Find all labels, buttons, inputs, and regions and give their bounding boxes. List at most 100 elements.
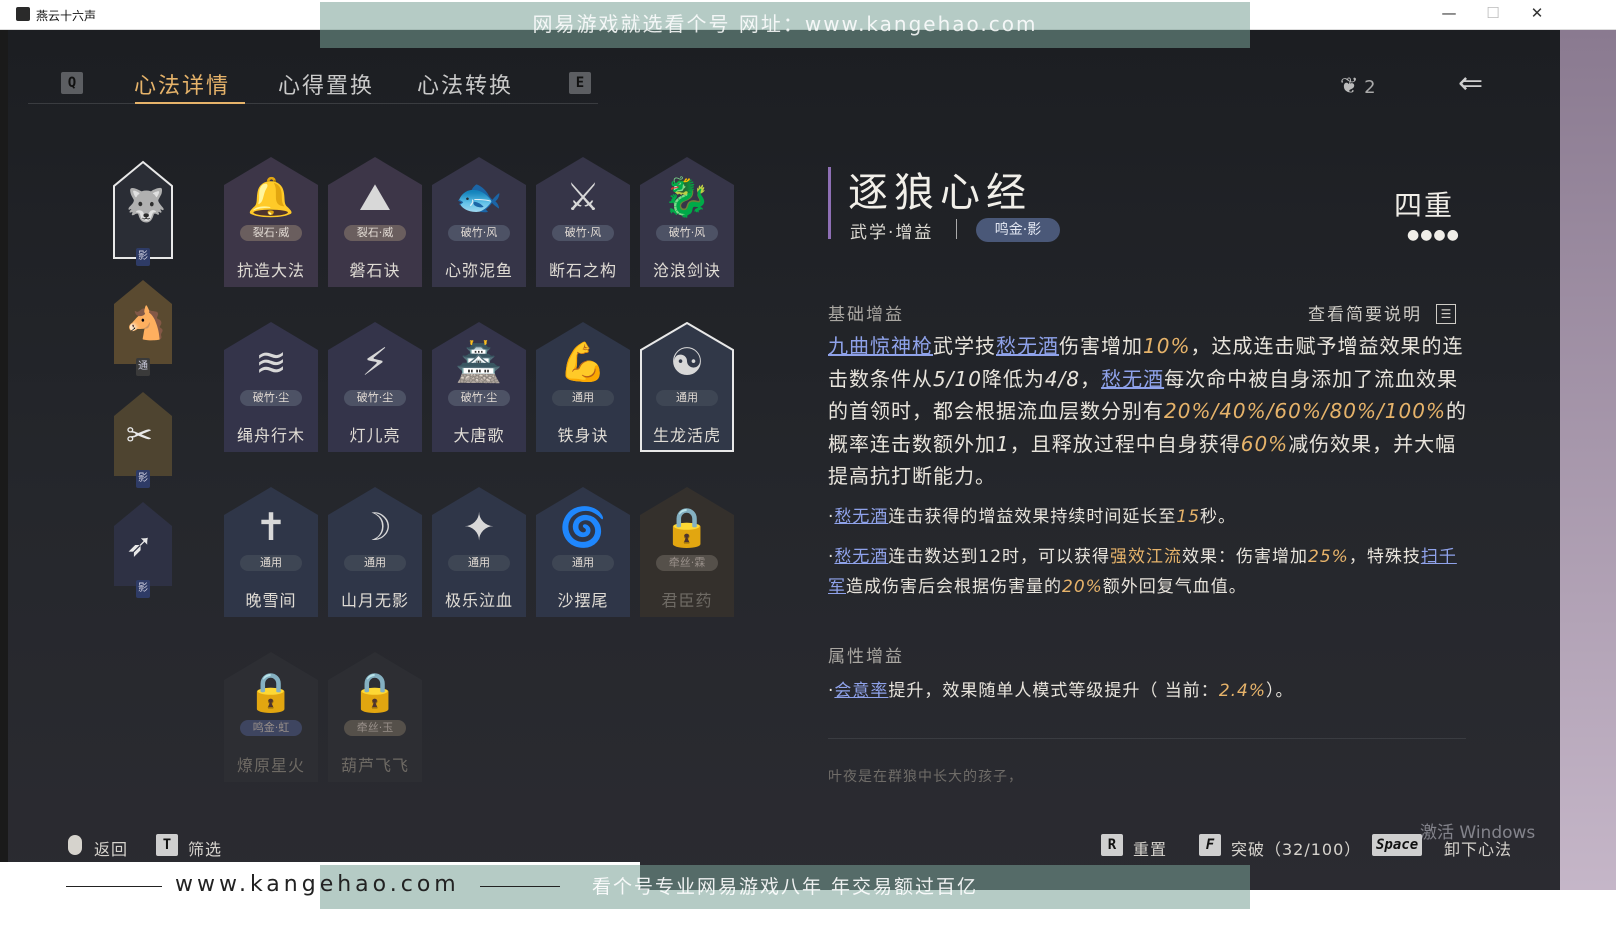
wolf-icon: 🐺 xyxy=(126,186,166,224)
card-shanyue[interactable]: ☽ 通用 山月无影 xyxy=(328,487,422,617)
value: 20% xyxy=(1062,577,1103,597)
card-name: 心弥泥鱼 xyxy=(444,261,513,280)
base-bonus-text: 九曲惊神枪武学技愁无酒伤害增加10%，达成连击赋予增益效果的连击数条件从5/10… xyxy=(828,330,1468,493)
stat-link[interactable]: 会意率 xyxy=(834,681,888,701)
card-tag: 破竹·尘 xyxy=(240,390,302,406)
card-datangge[interactable]: 🏯 破竹·尘 大唐歌 xyxy=(432,322,526,452)
card-junchenyao[interactable]: 🔒 牵丝·霖 君臣药 xyxy=(640,487,734,617)
slot-tag: 影 xyxy=(136,580,150,598)
equipped-slot-3[interactable]: ✂ 影 xyxy=(112,390,174,488)
tab-method-convert[interactable]: 心法转换 xyxy=(417,68,513,100)
text: ）。 xyxy=(1266,681,1294,701)
skill-rank: 四重 xyxy=(1394,189,1455,222)
card-tag: 通用 xyxy=(656,390,718,406)
card-xinmi[interactable]: 🐟 破竹·风 心弥泥鱼 xyxy=(432,157,526,287)
card-name: 晚雪间 xyxy=(245,591,297,610)
card-shenglong[interactable]: ☯ 通用生龙活虎 xyxy=(640,322,734,452)
close-button[interactable]: ✕ xyxy=(1522,4,1552,22)
skill-link[interactable]: 愁无酒 xyxy=(996,334,1059,358)
breakthrough-key[interactable]: F xyxy=(1199,834,1221,856)
cross-icon: ✝ xyxy=(255,505,287,549)
filter-key[interactable]: T xyxy=(156,834,178,856)
card-liaoyuan[interactable]: 🔒 鸣金·虹 燎原星火 xyxy=(224,652,318,782)
muscle-icon: 💪 xyxy=(559,340,607,384)
fish-icon: 🐟 xyxy=(455,175,503,219)
windows-activation-notice: 激活 Windows xyxy=(1420,823,1536,843)
dragon-icon: 🐉 xyxy=(663,175,711,219)
card-duanshi[interactable]: ⚔ 破竹·风 断石之构 xyxy=(536,157,630,287)
card-tag: 鸣金·虹 xyxy=(240,720,302,736)
equipped-slot-1[interactable]: 🐺 影 xyxy=(112,160,174,266)
card-name: 生龙活虎 xyxy=(652,426,721,445)
card-name: 葫芦飞飞 xyxy=(340,756,409,775)
mouse-icon xyxy=(68,835,82,855)
tab-next-key[interactable]: E xyxy=(569,72,591,94)
text: ， xyxy=(1080,366,1102,391)
tab-prev-key[interactable]: Q xyxy=(61,72,83,94)
card-name: 极乐泣血 xyxy=(444,591,513,610)
card-tieshen[interactable]: 💪 通用 铁身诀 xyxy=(536,322,630,452)
maximize-button[interactable]: ☐ xyxy=(1478,4,1508,22)
tab-rule xyxy=(28,103,598,104)
game-viewport: Q 心法详情 心得置换 心法转换 E ❦ 2 ⇐ 🐺 影 🐴 通 ✂ 影 ➶ 影… xyxy=(8,30,1560,890)
equipped-slot-4[interactable]: ➶ 影 xyxy=(112,500,174,598)
text: 武学技 xyxy=(933,334,996,358)
filter-control[interactable]: 筛选 xyxy=(188,836,222,860)
minimize-button[interactable]: — xyxy=(1434,4,1464,22)
text: 秒。 xyxy=(1200,507,1237,527)
title-accent-bar xyxy=(828,167,831,239)
tab-method-details[interactable]: 心法详情 xyxy=(134,68,230,100)
skill-link[interactable]: 愁无酒 xyxy=(834,547,888,567)
desktop-left-strip xyxy=(0,30,8,890)
card-name: 抗造大法 xyxy=(236,261,305,280)
card-shengzhou[interactable]: ≋ 破竹·尘 绳舟行木 xyxy=(224,322,318,452)
flavor-text: 叶夜是在群狼中长大的孩子， xyxy=(828,769,1023,785)
bow-icon: ➶ xyxy=(126,526,153,564)
card-name: 灯儿亮 xyxy=(349,426,401,445)
card-tag: 破竹·尘 xyxy=(344,390,406,406)
card-tag: 通用 xyxy=(240,555,302,571)
card-wanxue[interactable]: ✝ 通用晚雪间 xyxy=(224,487,318,617)
skill-link[interactable]: 愁无酒 xyxy=(1101,367,1164,391)
skill-link[interactable]: 愁无酒 xyxy=(834,507,888,527)
rank-dots: ●●●● xyxy=(1407,227,1460,243)
card-panshi[interactable]: ⛰ 裂石·威 磐石诀 xyxy=(328,157,422,287)
reset-key[interactable]: R xyxy=(1101,834,1123,856)
attr-bonus-heading: 属性增益 xyxy=(828,647,904,667)
skill-link[interactable]: 九曲惊神枪 xyxy=(828,334,933,358)
summary-toggle-icon[interactable]: ☰ xyxy=(1436,304,1456,324)
text: ，特殊技 xyxy=(1348,547,1421,567)
active-tab-underline xyxy=(135,102,245,104)
value: 4/8 xyxy=(1044,366,1081,391)
base-bonus-heading: 基础增益 xyxy=(828,305,904,325)
text: 连击数达到12时，可以获得 xyxy=(888,547,1111,567)
watermark-site: www.kangehao.com xyxy=(175,872,460,897)
unequip-key[interactable]: Space xyxy=(1372,834,1423,856)
card-shabaiwei[interactable]: 🌀 通用 沙摆尾 xyxy=(536,487,630,617)
bell-icon: 🔔 xyxy=(247,175,295,219)
view-summary-link[interactable]: 查看简要说明 xyxy=(1308,300,1422,325)
watermark-top: 网易游戏就选看个号 网址：www.kangehao.com xyxy=(320,2,1250,48)
card-hulufeifei[interactable]: 🔒 牵丝·玉 葫芦飞飞 xyxy=(328,652,422,782)
back-control[interactable]: 返回 xyxy=(94,836,128,860)
card-name: 铁身诀 xyxy=(557,426,609,445)
back-arrow-icon[interactable]: ⇐ xyxy=(1458,66,1483,101)
reset-control[interactable]: 重置 xyxy=(1133,836,1167,860)
slot-tag: 影 xyxy=(136,248,150,266)
card-name: 燎原星火 xyxy=(236,756,305,775)
equipped-slot-2[interactable]: 🐴 通 xyxy=(112,278,174,376)
lock-icon: 🔒 xyxy=(663,505,711,549)
tiger-emblem-icon: ☯ xyxy=(669,340,705,384)
card-dengerliang[interactable]: ⚡ 破竹·尘 灯儿亮 xyxy=(328,322,422,452)
card-jile[interactable]: ✦ 通用 极乐泣血 xyxy=(432,487,526,617)
card-tag: 裂石·威 xyxy=(344,225,406,241)
card-kangzao[interactable]: 🔔 裂石·威 抗造大法 xyxy=(224,157,318,287)
card-tag: 通用 xyxy=(552,555,614,571)
desktop-right-edge xyxy=(1560,30,1616,890)
breakthrough-control[interactable]: 突破（32/100） xyxy=(1231,836,1361,860)
tab-insight-exchange[interactable]: 心得置换 xyxy=(278,68,374,100)
wave-icon: ≋ xyxy=(255,340,287,384)
card-tag: 牵丝·玉 xyxy=(344,720,406,736)
skill-title: 逐狼心经 xyxy=(848,170,1032,216)
card-canglang[interactable]: 🐉 破竹·风 沧浪剑诀 xyxy=(640,157,734,287)
